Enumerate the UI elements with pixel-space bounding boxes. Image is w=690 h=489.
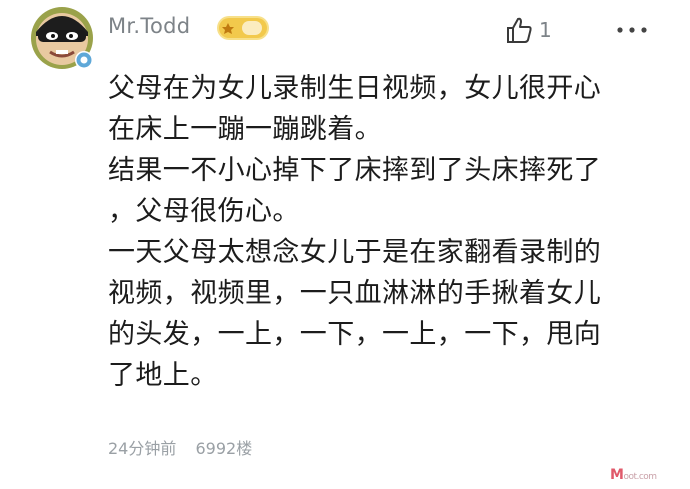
username[interactable]: Mr.Todd — [108, 12, 190, 40]
like-button[interactable]: 1 — [505, 12, 565, 48]
comment-line: 视频，视频里，一只血淋淋的手揪着女儿 — [108, 278, 602, 309]
watermark-text: M — [610, 467, 624, 483]
comment-line: 了地上。 — [108, 360, 218, 391]
comment-text: 父母在为女儿录制生日视频，女儿很开心 在床上一蹦一蹦跳着。 结果一不小心掉下了床… — [108, 68, 678, 396]
verified-check-icon — [74, 50, 94, 70]
crown-level-icon — [216, 14, 270, 42]
more-button[interactable] — [612, 20, 652, 40]
site-watermark: Moot.com — [610, 466, 657, 486]
like-count: 1 — [539, 18, 552, 42]
comment-line: 的头发，一上，一下，一上，一下，甩向 — [108, 319, 602, 350]
comment-card: Mr.Todd 1 父母在为女儿录制生日视频，女儿很开心 在床上一蹦一蹦跳着。 … — [0, 0, 690, 489]
comment-meta: 24分钟前 6992楼 — [108, 437, 266, 461]
watermark-small: oot.com — [623, 472, 657, 482]
comment-time: 24分钟前 — [108, 439, 177, 458]
comment-line: 在床上一蹦一蹦跳着。 — [108, 114, 382, 145]
thumbs-up-icon — [507, 17, 532, 43]
comment-line: 一天父母太想念女儿于是在家翻看录制的 — [108, 237, 602, 268]
more-dots-icon — [617, 27, 647, 33]
comment-line: ，父母很伤心。 — [108, 196, 300, 227]
comment-line: 父母在为女儿录制生日视频，女儿很开心 — [108, 73, 602, 104]
comment-floor: 6992楼 — [195, 439, 253, 458]
comment-line: 结果一不小心掉下了床摔到了头床摔死了 — [108, 155, 602, 186]
